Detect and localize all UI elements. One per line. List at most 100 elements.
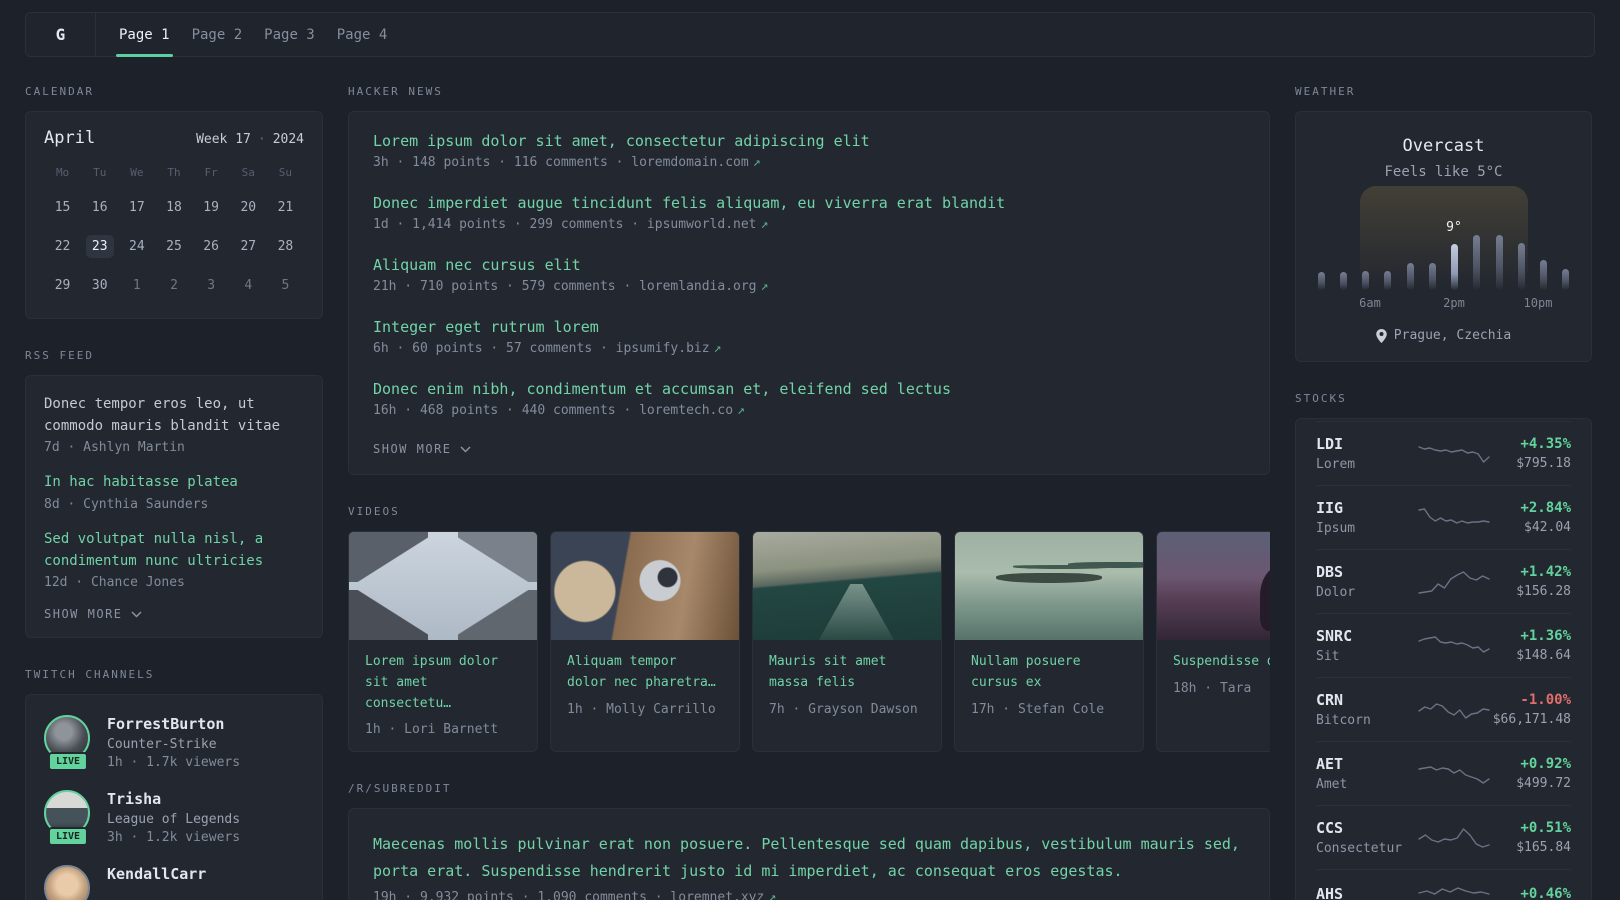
twitch-section: TWITCH CHANNELS LIVE ForrestBurton Count… bbox=[25, 668, 323, 900]
channel-name[interactable]: ForrestBurton bbox=[107, 715, 240, 733]
rss-show-more-button[interactable]: SHOW MORE bbox=[44, 607, 304, 621]
post-meta: 19h · 9,932 points · 1,090 comments · lo… bbox=[373, 890, 1245, 900]
stock-symbol: CRN bbox=[1316, 691, 1344, 709]
story-link[interactable]: Donec imperdiet augue tincidunt felis al… bbox=[373, 194, 1245, 212]
stock-row[interactable]: AET Amet +0.92% $499.72 bbox=[1316, 741, 1571, 805]
rss-item-link[interactable]: Donec tempor eros leo, ut commodo mauris… bbox=[44, 394, 304, 437]
stock-sparkline bbox=[1418, 887, 1490, 895]
rss-item-link[interactable]: In hac habitasse platea bbox=[44, 472, 304, 494]
page-tab[interactable]: Page 1 bbox=[108, 13, 181, 57]
weather-bar bbox=[1384, 271, 1392, 290]
calendar-weekday: Fr bbox=[204, 166, 218, 179]
weather-time-label: 10pm bbox=[1523, 296, 1553, 310]
calendar-month: April bbox=[44, 128, 96, 148]
live-badge: LIVE bbox=[47, 827, 89, 847]
stock-sparkline bbox=[1418, 570, 1490, 594]
calendar-day: 15 bbox=[54, 200, 71, 215]
stock-price: $156.28 bbox=[1516, 584, 1571, 599]
stock-row[interactable]: CCS Consectetur +0.51% $165.84 bbox=[1316, 805, 1571, 869]
video-card[interactable]: Nullam posuere cursus ex 17h · Stefan Co… bbox=[954, 531, 1144, 753]
calendar-day: 3 bbox=[207, 278, 216, 293]
hackernews-show-more-button[interactable]: SHOW MORE bbox=[373, 442, 1245, 456]
rss-item-link[interactable]: Sed volutpat nulla nisl, a condimentum n… bbox=[44, 529, 304, 572]
rss-section-label: RSS FEED bbox=[25, 349, 94, 362]
stock-change: +2.84% bbox=[1520, 500, 1571, 516]
stock-sparkline bbox=[1418, 445, 1490, 463]
stock-row[interactable]: CRN Bitcorn -1.00% $66,171.48 bbox=[1316, 677, 1571, 741]
calendar-week-year: Week 17 · 2024 bbox=[196, 132, 304, 147]
stock-row[interactable]: DBS Dolor +1.42% $156.28 bbox=[1316, 549, 1571, 613]
right-column: WEATHER Overcast Feels like 5°C 9° 6am 2p… bbox=[1295, 85, 1592, 900]
page-tab[interactable]: Page 4 bbox=[326, 13, 399, 56]
channel-name[interactable]: KendallCarr bbox=[107, 865, 206, 883]
videos-row: Lorem ipsum dolor sit amet consectetu… 1… bbox=[348, 531, 1270, 753]
twitch-channel-row[interactable]: LIVE Trisha League of Legends 3h · 1.2k … bbox=[44, 790, 304, 847]
calendar-day: 29 bbox=[54, 278, 71, 293]
left-column: CALENDAR April Week 17 · 2024 Mo Tu We Th Fr… bbox=[25, 85, 323, 900]
chevron-down-icon bbox=[460, 445, 471, 453]
stock-symbol: AHS bbox=[1316, 885, 1344, 900]
stock-row[interactable]: AHS +0.46% bbox=[1316, 869, 1571, 900]
calendar-year: 2024 bbox=[272, 132, 304, 147]
hackernews-list: Lorem ipsum dolor sit amet, consectetur … bbox=[373, 132, 1245, 418]
video-thumbnail bbox=[551, 532, 739, 640]
twitch-channel-row[interactable]: LIVE KendallCarr bbox=[44, 865, 304, 900]
hackernews-section: HACKER NEWS Lorem ipsum dolor sit amet, … bbox=[348, 85, 1270, 475]
external-link-icon: ↗ bbox=[768, 889, 777, 900]
stock-row[interactable]: IIG Ipsum +2.84% $42.04 bbox=[1316, 485, 1571, 549]
stock-symbol: DBS bbox=[1316, 563, 1344, 581]
weather-peak-temp: 9° bbox=[1446, 220, 1462, 235]
video-thumbnail bbox=[955, 532, 1143, 640]
calendar-week: Week 17 bbox=[196, 132, 251, 147]
rss-list: Donec tempor eros leo, ut commodo mauris… bbox=[44, 394, 304, 590]
channel-name[interactable]: Trisha bbox=[107, 790, 240, 808]
story-link[interactable]: Integer eget rutrum lorem bbox=[373, 318, 1245, 336]
page-tab[interactable]: Page 3 bbox=[253, 13, 326, 56]
video-meta: 7h · Grayson Dawson bbox=[769, 701, 918, 717]
calendar-days-grid: 15 16 17 18 19 20 21 22 23 24 25 26 27 2… bbox=[44, 189, 304, 304]
weather-bar bbox=[1517, 243, 1525, 290]
subreddit-post: Maecenas mollis pulvinar erat non posuer… bbox=[373, 831, 1245, 900]
stock-sparkline bbox=[1418, 635, 1490, 653]
video-card[interactable]: Aliquam tempor dolor nec pharetra… 1h · … bbox=[550, 531, 740, 753]
top-nav: G Page 1 Page 2 Page 3 Page 4 bbox=[25, 12, 1595, 57]
calendar-day: 19 bbox=[203, 200, 219, 215]
weather-condition: Overcast bbox=[1402, 136, 1485, 156]
rss-item-meta: 12d · Chance Jones bbox=[44, 575, 185, 591]
video-card[interactable]: Mauris sit amet massa felis 7h · Grayson… bbox=[752, 531, 942, 753]
rss-section: RSS FEED Donec tempor eros leo, ut commo… bbox=[25, 349, 323, 639]
weather-bar bbox=[1540, 260, 1548, 290]
post-link[interactable]: Maecenas mollis pulvinar erat non posuer… bbox=[373, 831, 1245, 884]
video-title: Suspendisse diam bbox=[1173, 654, 1270, 669]
stock-symbol: SNRC bbox=[1316, 627, 1353, 645]
twitch-channel-row[interactable]: LIVE ForrestBurton Counter-Strike 1h · 1… bbox=[44, 715, 304, 772]
stocks-widget: LDI Lorem +4.35% $795.18 IIG Ipsum +2.84… bbox=[1295, 418, 1592, 900]
story-link[interactable]: Lorem ipsum dolor sit amet, consectetur … bbox=[373, 132, 1245, 150]
page-tab[interactable]: Page 2 bbox=[181, 13, 254, 56]
stock-price: $66,171.48 bbox=[1492, 712, 1571, 727]
stock-price: $148.64 bbox=[1516, 648, 1571, 663]
stock-row[interactable]: SNRC Sit +1.36% $148.64 bbox=[1316, 613, 1571, 677]
video-card[interactable]: Suspendisse diam 18h · Tara bbox=[1156, 531, 1270, 753]
story-link[interactable]: Donec enim nibh, condimentum et accumsan… bbox=[373, 380, 1245, 398]
twitch-widget: LIVE ForrestBurton Counter-Strike 1h · 1… bbox=[25, 694, 323, 900]
stock-price: $499.72 bbox=[1516, 776, 1571, 791]
twitch-section-label: TWITCH CHANNELS bbox=[25, 668, 155, 682]
calendar-day: 26 bbox=[203, 239, 219, 254]
story-link[interactable]: Aliquam nec cursus elit bbox=[373, 256, 1245, 274]
calendar-widget: April Week 17 · 2024 Mo Tu We Th Fr Sa Su 15 1… bbox=[25, 111, 323, 319]
video-card[interactable]: Lorem ipsum dolor sit amet consectetu… 1… bbox=[348, 531, 538, 753]
stock-change: +0.51% bbox=[1520, 820, 1571, 836]
stock-symbol: LDI bbox=[1316, 435, 1344, 453]
stock-name: Dolor bbox=[1316, 585, 1356, 600]
calendar-section: CALENDAR April Week 17 · 2024 Mo Tu We Th Fr… bbox=[25, 85, 323, 319]
rss-item: Donec tempor eros leo, ut commodo mauris… bbox=[44, 394, 304, 455]
stock-row[interactable]: LDI Lorem +4.35% $795.18 bbox=[1316, 421, 1571, 485]
stock-sparkline bbox=[1418, 765, 1490, 784]
weather-location: Prague, Czechia bbox=[1316, 328, 1571, 343]
weather-widget: Overcast Feels like 5°C 9° 6am 2pm 10pm Pr… bbox=[1295, 111, 1592, 362]
story-meta: 16h · 468 points · 440 comments · loremt… bbox=[373, 403, 745, 418]
calendar-day: 1 bbox=[132, 278, 141, 293]
calendar-weekday: Mo bbox=[55, 166, 70, 179]
stock-name: Bitcorn bbox=[1316, 713, 1371, 728]
